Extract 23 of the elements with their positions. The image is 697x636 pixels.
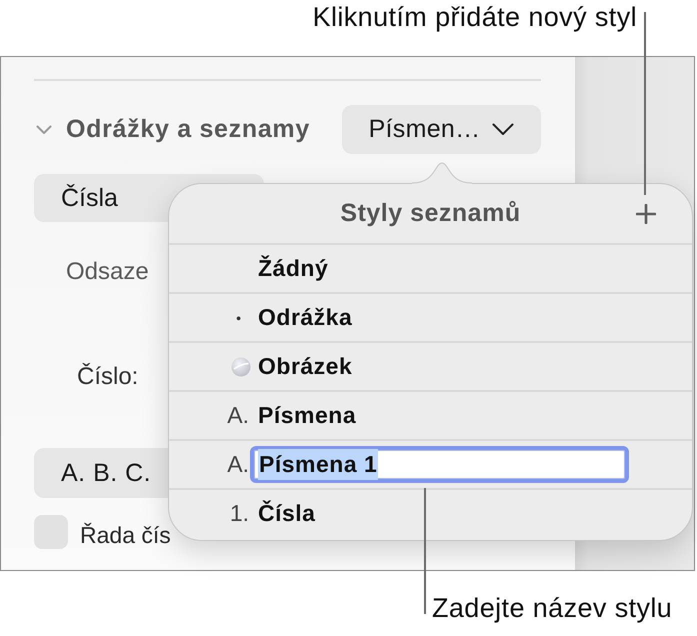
section-title[interactable]: Odrážky a seznamy xyxy=(66,115,310,144)
list-marker: • xyxy=(236,310,241,326)
list-style-popup-button[interactable]: Písmen… xyxy=(342,105,541,154)
style-option[interactable]: Písmena xyxy=(258,402,356,429)
list-marker: A. xyxy=(227,451,249,478)
style-option[interactable]: Obrázek xyxy=(258,353,352,380)
style-option[interactable]: Žádný xyxy=(258,255,328,282)
style-option[interactable]: Odrážka xyxy=(258,304,352,331)
list-marker: A. xyxy=(227,402,249,429)
checkbox-label: Řada čís xyxy=(80,522,171,548)
number-label: Číslo: xyxy=(77,363,138,390)
checkbox[interactable] xyxy=(34,515,68,549)
plus-icon[interactable] xyxy=(636,204,656,224)
sphere-icon xyxy=(231,356,251,376)
list-marker: 1. xyxy=(230,500,249,527)
style-option[interactable]: Čísla xyxy=(258,500,316,527)
indent-label: Odsaze xyxy=(66,258,149,285)
style-name-field[interactable]: Písmena 1 xyxy=(250,446,629,483)
callout-text: Zadejte název stylu xyxy=(432,593,672,623)
chevron-down-icon[interactable] xyxy=(36,124,52,134)
callout-text: Kliknutím přidáte nový styl xyxy=(312,1,637,33)
chevron-down-icon xyxy=(492,123,514,136)
popover-title: Styly seznamů xyxy=(340,199,521,228)
